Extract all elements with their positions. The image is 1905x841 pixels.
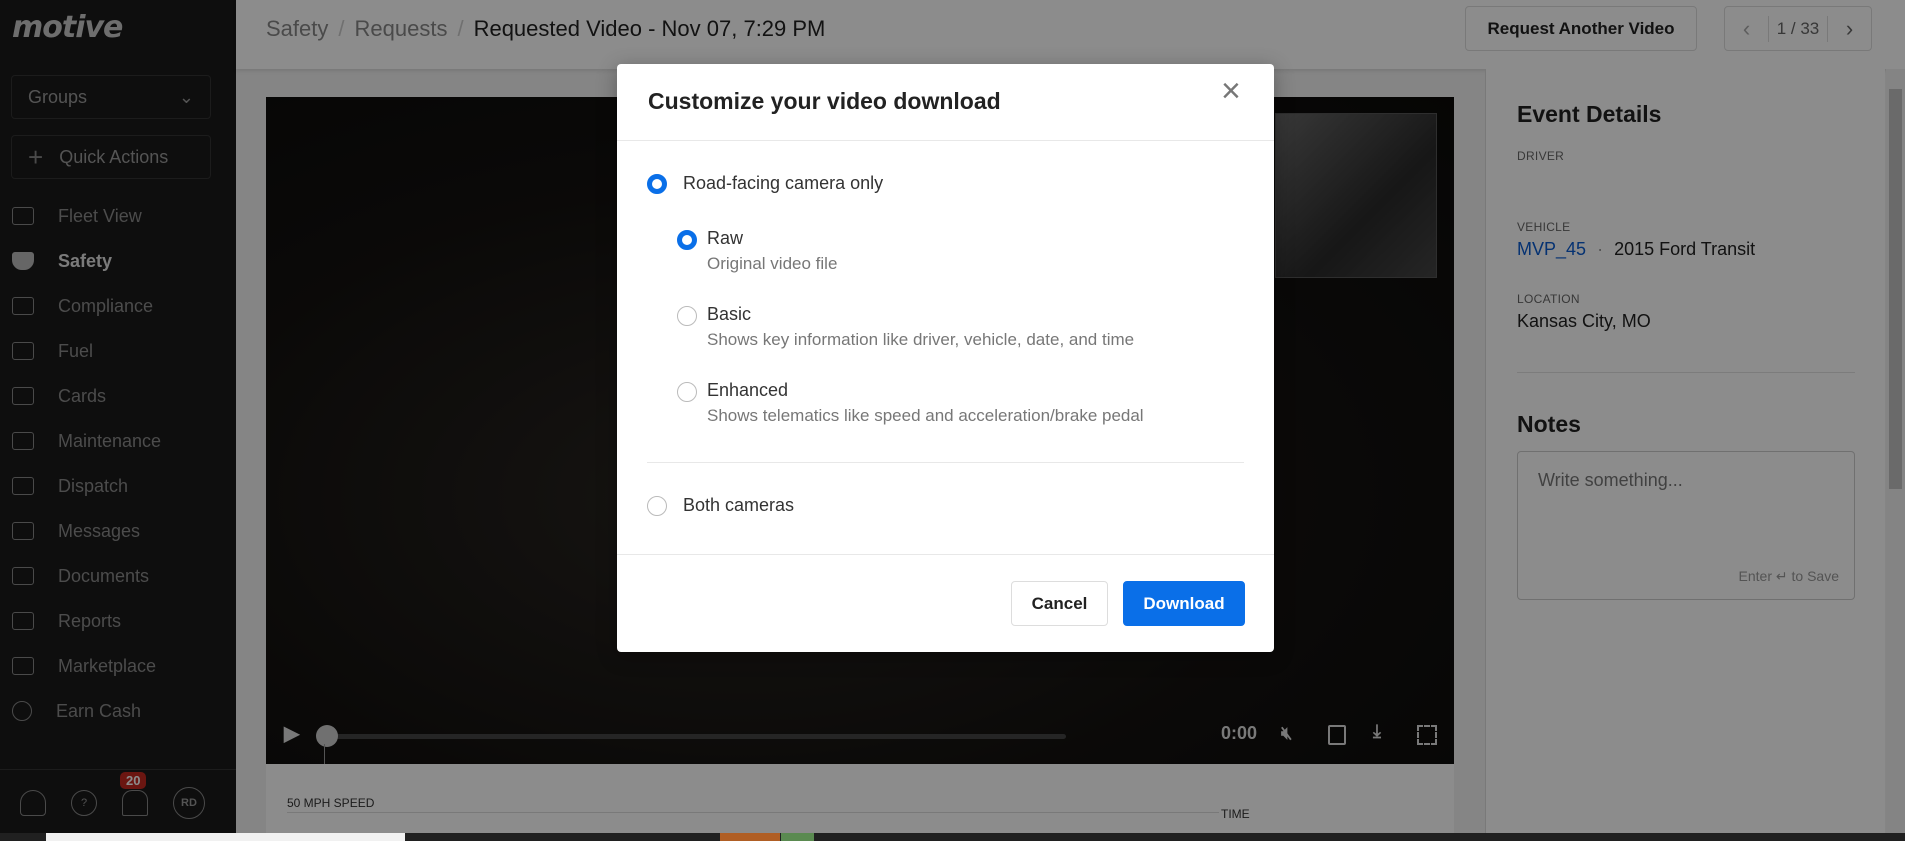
radio-both-cameras[interactable] xyxy=(647,495,667,516)
option-label: Basic xyxy=(707,304,752,324)
option-road-facing[interactable]: Road-facing camera only xyxy=(647,173,883,194)
option-description: Original video file xyxy=(707,254,838,273)
option-both-cameras[interactable]: Both cameras xyxy=(647,495,794,516)
divider xyxy=(647,462,1244,463)
option-description: Shows telematics like speed and accelera… xyxy=(707,406,1144,425)
taskbar-item[interactable] xyxy=(46,833,405,841)
taskbar xyxy=(0,833,1905,841)
download-modal: Customize your video download × Road-fac… xyxy=(617,64,1274,652)
modal-title: Customize your video download xyxy=(648,88,1001,114)
option-label: Road-facing camera only xyxy=(683,173,884,193)
divider xyxy=(617,140,1274,141)
radio-raw[interactable] xyxy=(677,230,697,250)
option-label: Raw xyxy=(707,228,744,248)
radio-basic[interactable] xyxy=(677,306,697,326)
option-label: Both cameras xyxy=(683,495,795,515)
cancel-button[interactable]: Cancel xyxy=(1011,581,1108,626)
close-icon[interactable]: × xyxy=(1221,72,1241,111)
option-description: Shows key information like driver, vehic… xyxy=(707,330,1135,349)
divider xyxy=(617,554,1274,555)
radio-road-facing[interactable] xyxy=(647,173,667,194)
radio-enhanced[interactable] xyxy=(677,382,697,402)
option-label: Enhanced xyxy=(707,380,789,400)
taskbar-item[interactable] xyxy=(720,833,780,841)
taskbar-item[interactable] xyxy=(781,833,814,841)
download-button[interactable]: Download xyxy=(1123,581,1245,626)
